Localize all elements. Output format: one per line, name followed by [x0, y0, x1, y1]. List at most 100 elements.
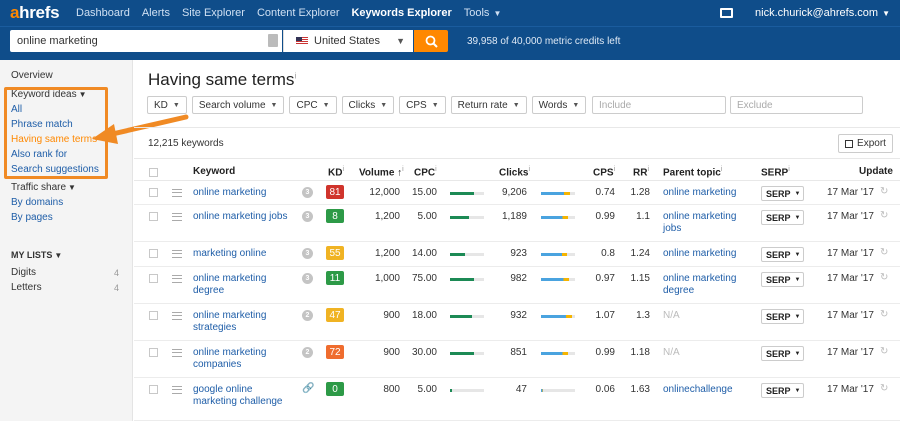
filter-bar: KD ▼ Search volume ▼ CPC ▼ Clicks ▼ CPS ▼ Ret…	[147, 96, 591, 114]
filter-cpc[interactable]: CPC ▼	[289, 96, 337, 114]
serp-dropdown[interactable]: SERP ▼	[761, 272, 804, 287]
col-keyword[interactable]: Keyword	[193, 166, 235, 177]
ahrefs-logo[interactable]: ahrefs	[10, 3, 64, 23]
serp-dropdown[interactable]: SERP ▼	[761, 210, 804, 225]
add-to-list-icon[interactable]	[172, 275, 182, 283]
row-checkbox[interactable]	[149, 348, 158, 357]
row-checkbox[interactable]	[149, 274, 158, 283]
col-rr[interactable]: RRi	[633, 166, 649, 178]
keyword-link[interactable]: online marketing	[193, 187, 288, 199]
row-checkbox[interactable]	[149, 188, 158, 197]
clicks-value: 851	[510, 347, 527, 358]
chevron-down-icon: ▼	[380, 101, 388, 109]
keyword-link[interactable]: online marketing degree	[193, 273, 288, 297]
chevron-down-icon: ▼	[794, 214, 801, 221]
refresh-icon[interactable]: ↻	[880, 383, 888, 394]
include-input[interactable]: Include	[592, 96, 726, 114]
refresh-icon[interactable]: ↻	[880, 247, 888, 258]
sidebar-item-by-pages[interactable]: By pages	[11, 212, 53, 223]
row-checkbox[interactable]	[149, 249, 158, 258]
chevron-down-icon: ▼	[794, 276, 801, 283]
kd-badge: 55	[326, 246, 344, 260]
refresh-icon[interactable]: ↻	[880, 186, 888, 197]
filter-search-volume[interactable]: Search volume ▼	[191, 96, 285, 114]
filter-return-rate[interactable]: Return rate ▼	[450, 96, 527, 114]
parent-topic-link[interactable]: online marketing	[663, 187, 748, 199]
col-update[interactable]: Update	[859, 166, 893, 177]
cps-value: 0.8	[601, 248, 615, 259]
filter-clicks[interactable]: Clicks ▼	[341, 96, 395, 114]
filter-words[interactable]: Words ▼	[531, 96, 587, 114]
col-cpc[interactable]: CPCi	[414, 166, 437, 178]
nav-site-explorer[interactable]: Site Explorer	[182, 7, 245, 19]
exclude-input[interactable]: Exclude	[730, 96, 863, 114]
col-parent-topic[interactable]: Parent topici	[663, 166, 722, 178]
cps-value: 0.97	[595, 273, 615, 284]
volume-value: 1,200	[374, 248, 400, 259]
add-to-list-icon[interactable]	[172, 349, 182, 357]
refresh-icon[interactable]: ↻	[880, 309, 888, 320]
export-icon	[845, 139, 854, 148]
refresh-icon[interactable]: ↻	[880, 272, 888, 283]
nav-keywords-explorer[interactable]: Keywords Explorer	[351, 7, 451, 19]
monitor-icon[interactable]	[720, 8, 734, 18]
parent-topic-link[interactable]: onlinechallenge	[663, 384, 748, 396]
serp-dropdown[interactable]: SERP ▼	[761, 383, 804, 398]
keyword-link[interactable]: online marketing strategies	[193, 310, 288, 334]
serp-dropdown[interactable]: SERP ▼	[761, 247, 804, 262]
search-button[interactable]	[414, 30, 448, 52]
upload-icon[interactable]	[268, 34, 278, 47]
serp-features-badge: 3	[302, 211, 313, 222]
select-all-checkbox[interactable]	[149, 168, 158, 177]
info-icon: i	[613, 166, 616, 173]
kd-badge: 8	[326, 209, 344, 223]
parent-topic-link[interactable]: online marketing jobs	[663, 211, 748, 235]
col-cps[interactable]: CPSi	[593, 166, 615, 178]
keyword-link[interactable]: marketing online	[193, 248, 288, 260]
nav-alerts[interactable]: Alerts	[142, 7, 170, 19]
add-to-list-icon[interactable]	[172, 386, 182, 394]
col-clicks[interactable]: Clicksi	[499, 166, 530, 178]
nav-dashboard[interactable]: Dashboard	[76, 7, 130, 19]
volume-value: 1,200	[374, 211, 400, 222]
filter-cps[interactable]: CPS ▼	[399, 96, 446, 114]
serp-dropdown[interactable]: SERP ▼	[761, 186, 804, 201]
list-item-letters[interactable]: Letters	[11, 282, 42, 293]
nav-content-explorer[interactable]: Content Explorer	[257, 7, 340, 19]
row-checkbox[interactable]	[149, 311, 158, 320]
search-icon	[425, 35, 438, 48]
add-to-list-icon[interactable]	[172, 250, 182, 258]
volume-value: 12,000	[369, 187, 400, 198]
row-checkbox[interactable]	[149, 212, 158, 221]
keyword-link[interactable]: google online marketing challenge	[193, 384, 288, 408]
serp-dropdown[interactable]: SERP ▼	[761, 346, 804, 361]
serp-dropdown[interactable]: SERP ▼	[761, 309, 804, 324]
user-menu[interactable]: nick.churick@ahrefs.com ▼	[755, 7, 890, 19]
add-to-list-icon[interactable]	[172, 213, 182, 221]
col-volume[interactable]: Volume ↑i	[359, 166, 404, 178]
add-to-list-icon[interactable]	[172, 189, 182, 197]
keyword-search-input[interactable]: online marketing	[10, 30, 282, 52]
chevron-down-icon: ▼	[794, 313, 801, 320]
refresh-icon[interactable]: ↻	[880, 346, 888, 357]
country-select[interactable]: United States ▼	[283, 30, 413, 52]
export-button[interactable]: Export	[838, 134, 893, 153]
filter-kd[interactable]: KD ▼	[147, 96, 187, 114]
col-serp[interactable]: SERPi	[761, 166, 790, 178]
nav-tools[interactable]: Tools ▼	[464, 7, 502, 19]
list-item-digits[interactable]: Digits	[11, 267, 36, 278]
cpc-bar	[450, 216, 484, 219]
refresh-icon[interactable]: ↻	[880, 210, 888, 221]
info-icon[interactable]: i	[294, 71, 296, 80]
sidebar-my-lists[interactable]: MY LISTS ▼	[11, 250, 62, 260]
keyword-link[interactable]: online marketing jobs	[193, 211, 288, 223]
sidebar-traffic-share[interactable]: Traffic share ▼	[11, 182, 76, 193]
add-to-list-icon[interactable]	[172, 312, 182, 320]
keyword-link[interactable]: online marketing companies	[193, 347, 288, 371]
row-checkbox[interactable]	[149, 385, 158, 394]
sidebar-overview[interactable]: Overview	[11, 70, 53, 81]
col-kd[interactable]: KDi	[328, 166, 344, 178]
sidebar-item-by-domains[interactable]: By domains	[11, 197, 63, 208]
parent-topic-link[interactable]: online marketing	[663, 248, 748, 260]
parent-topic-link[interactable]: online marketing degree	[663, 273, 748, 297]
